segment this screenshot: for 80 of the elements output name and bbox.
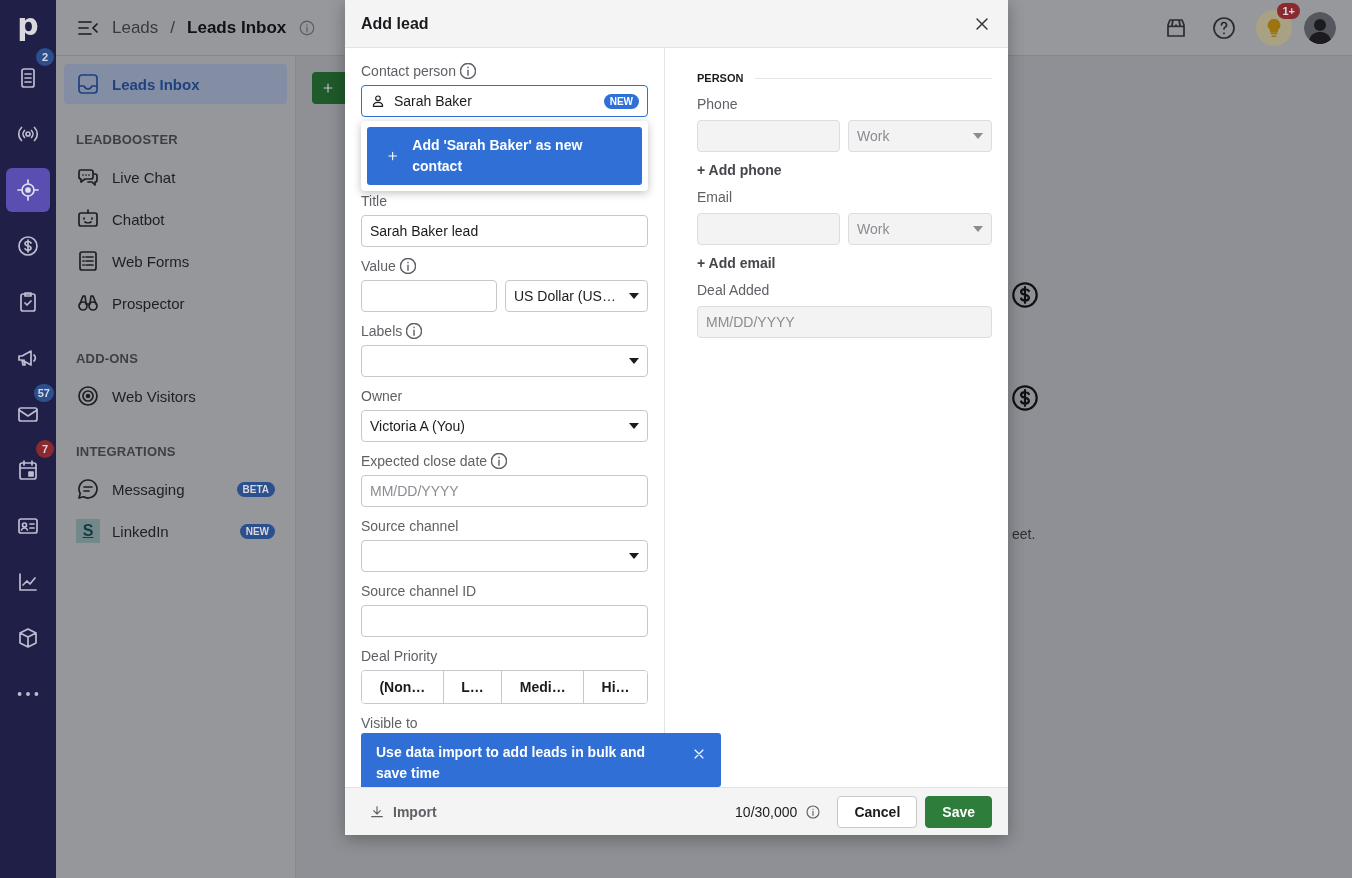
count-badge: 57 bbox=[33, 384, 54, 402]
status-badge: BETA bbox=[236, 481, 275, 497]
breadcrumb-link[interactable]: Leads bbox=[112, 17, 159, 38]
caret-icon bbox=[973, 133, 983, 139]
section-heading: LEADBOOSTER bbox=[75, 131, 179, 149]
field-label: Email bbox=[697, 189, 733, 207]
caret-icon bbox=[629, 553, 639, 559]
sidebar-item[interactable]: Web Forms bbox=[64, 241, 287, 281]
nav-button[interactable] bbox=[6, 168, 50, 212]
help-icon bbox=[1212, 15, 1236, 40]
sidebar-item[interactable]: Chatbot bbox=[64, 199, 287, 239]
sidebar-item[interactable]: Messaging BETA bbox=[64, 469, 287, 509]
caret-icon bbox=[629, 423, 639, 429]
breadcrumb-separator: / bbox=[170, 17, 176, 38]
calendar-icon bbox=[16, 458, 40, 482]
field-label: Source channel ID bbox=[361, 583, 477, 599]
select-field[interactable]: Victoria A (You) bbox=[361, 410, 648, 442]
field-label: Expected close date bbox=[361, 453, 488, 469]
dollar-icon bbox=[1012, 385, 1038, 411]
save-button[interactable]: Save bbox=[925, 795, 992, 828]
dollar-icon bbox=[1012, 282, 1038, 308]
section-heading: ADD-ONS bbox=[75, 350, 140, 368]
cancel-button[interactable]: Cancel bbox=[837, 795, 918, 828]
caret-icon bbox=[629, 358, 639, 364]
field-label: Labels bbox=[361, 323, 403, 339]
text-field[interactable]: Sarah Baker lead bbox=[361, 215, 648, 247]
field-label: Phone bbox=[697, 96, 739, 114]
text-field[interactable]: MM/DD/YYYY bbox=[361, 475, 648, 507]
field-label: Visible to bbox=[361, 715, 418, 731]
contact-field[interactable]: Sarah Baker NEW bbox=[361, 85, 648, 117]
tooltip-text: Use data import to add leads in bulk and save time bbox=[376, 743, 647, 783]
new-badge: NEW bbox=[603, 93, 639, 109]
form-list-icon bbox=[76, 249, 100, 273]
field-label: Value bbox=[361, 258, 396, 274]
field-label: Owner bbox=[361, 388, 403, 404]
inbox-icon bbox=[76, 72, 100, 96]
section-heading: INTEGRATIONS bbox=[75, 443, 177, 461]
add-contact-option[interactable]: Add 'Sarah Baker' as new contact bbox=[367, 127, 642, 185]
person-icon bbox=[370, 93, 386, 109]
field-label: Deal Priority bbox=[361, 648, 438, 664]
chart-icon bbox=[16, 570, 40, 594]
sidebar-item[interactable]: Live Chat bbox=[64, 157, 287, 197]
logo[interactable]: p bbox=[17, 8, 39, 48]
avatar[interactable] bbox=[1304, 11, 1336, 44]
priority-option[interactable]: Hi… bbox=[583, 671, 647, 703]
value-field[interactable] bbox=[361, 280, 497, 312]
more-icon bbox=[16, 691, 40, 697]
sidebar-item[interactable]: Prospector bbox=[64, 283, 287, 323]
radar-icon bbox=[76, 384, 100, 408]
target-icon bbox=[16, 178, 40, 202]
dialog-title: Add lead bbox=[361, 14, 429, 33]
info-icon bbox=[805, 803, 822, 820]
lead-counter: 10/30,000 bbox=[735, 803, 798, 820]
import-button[interactable]: Import bbox=[361, 795, 445, 828]
sidebar-item[interactable]: Web Visitors bbox=[64, 376, 287, 416]
field-label: Contact person bbox=[361, 63, 456, 79]
field-label: Deal Added bbox=[697, 282, 771, 300]
text-field[interactable] bbox=[361, 605, 648, 637]
info-icon bbox=[298, 18, 317, 37]
caret-icon bbox=[629, 293, 639, 299]
download-icon bbox=[369, 803, 385, 820]
linkedin-logo: S bbox=[76, 519, 100, 543]
message-icon bbox=[76, 477, 100, 501]
caret-icon bbox=[973, 226, 983, 232]
field-label: Source channel bbox=[361, 518, 459, 534]
status-badge: NEW bbox=[239, 523, 275, 539]
currency-select[interactable]: US Dollar (US… bbox=[505, 280, 648, 312]
page-title: Leads Inbox bbox=[187, 17, 287, 38]
empty-state-text: eet. bbox=[1012, 526, 1036, 542]
dollar-icon bbox=[16, 234, 40, 258]
count-badge: 7 bbox=[36, 440, 54, 458]
select-field[interactable] bbox=[361, 540, 648, 572]
count-badge: 2 bbox=[36, 48, 54, 66]
notification-badge: 1+ bbox=[1277, 2, 1300, 19]
sidebar-item[interactable]: Leads Inbox bbox=[64, 64, 287, 104]
sidebar-item[interactable]: S LinkedIn NEW bbox=[64, 511, 287, 551]
field-label: Title bbox=[361, 193, 387, 209]
box-icon bbox=[16, 626, 40, 650]
select-field[interactable] bbox=[361, 345, 648, 377]
section-heading: PERSON bbox=[697, 72, 744, 84]
